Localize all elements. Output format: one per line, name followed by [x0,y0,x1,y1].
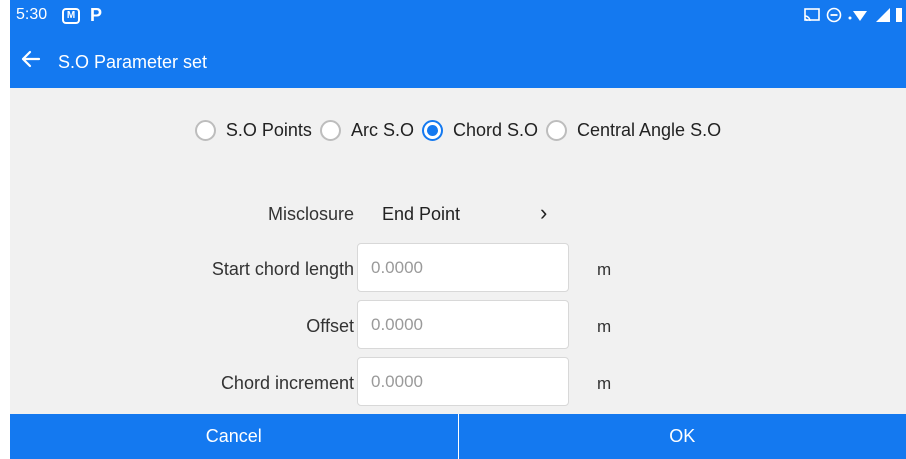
offset-input[interactable] [357,300,569,349]
bottom-button-bar: Cancel OK [10,414,906,459]
signal-icon [876,8,890,22]
cancel-button[interactable]: Cancel [10,414,458,459]
radio-chord-so[interactable]: Chord S.O [421,119,538,141]
start-chord-length-unit: m [597,260,612,279]
radio-selected-icon[interactable] [421,119,443,141]
chord-increment-unit: m [597,374,612,393]
page-title: S.O Parameter set [58,52,208,72]
start-chord-length-label: Start chord length [211,259,354,279]
radio-label: S.O Points [225,119,312,140]
back-arrow-icon[interactable] [18,46,44,72]
p-app-icon: P [90,5,103,25]
content-area: S.O Points Arc S.O Chord S.O Central Ang… [10,88,906,414]
radio-label: Chord S.O [452,119,538,140]
radio-label: Arc S.O [350,119,414,140]
mail-icon: M [62,8,80,24]
status-icons [804,7,902,23]
start-chord-length-input[interactable] [357,243,569,292]
ok-button[interactable]: OK [459,414,906,459]
battery-icon [896,8,902,22]
dnd-icon [826,7,842,23]
offset-label: Offset [306,316,354,336]
radio-label: Central Angle S.O [577,119,722,140]
cast-icon [804,8,820,22]
misclosure-value[interactable]: End Point [382,204,460,225]
chord-increment-input[interactable] [357,357,569,406]
wifi-icon [848,11,867,21]
chevron-right-icon[interactable]: › [540,200,547,226]
radio-so-points[interactable]: S.O Points [194,119,312,141]
chord-increment-label: Chord increment [220,373,354,393]
offset-unit: m [597,317,612,336]
radio-circle-icon[interactable] [194,119,216,141]
radio-circle-icon[interactable] [319,119,341,141]
status-bar: 5:30 M P [10,0,906,32]
misclosure-label: Misclosure [267,204,354,224]
stakeout-type-radio-group: S.O Points Arc S.O Chord S.O Central Ang… [10,115,906,145]
status-time: 5:30 [16,6,48,23]
radio-central-angle-so[interactable]: Central Angle S.O [546,119,722,141]
radio-circle-icon[interactable] [546,119,567,141]
app-bar: S.O Parameter set [10,32,906,88]
radio-arc-so[interactable]: Arc S.O [319,119,414,141]
